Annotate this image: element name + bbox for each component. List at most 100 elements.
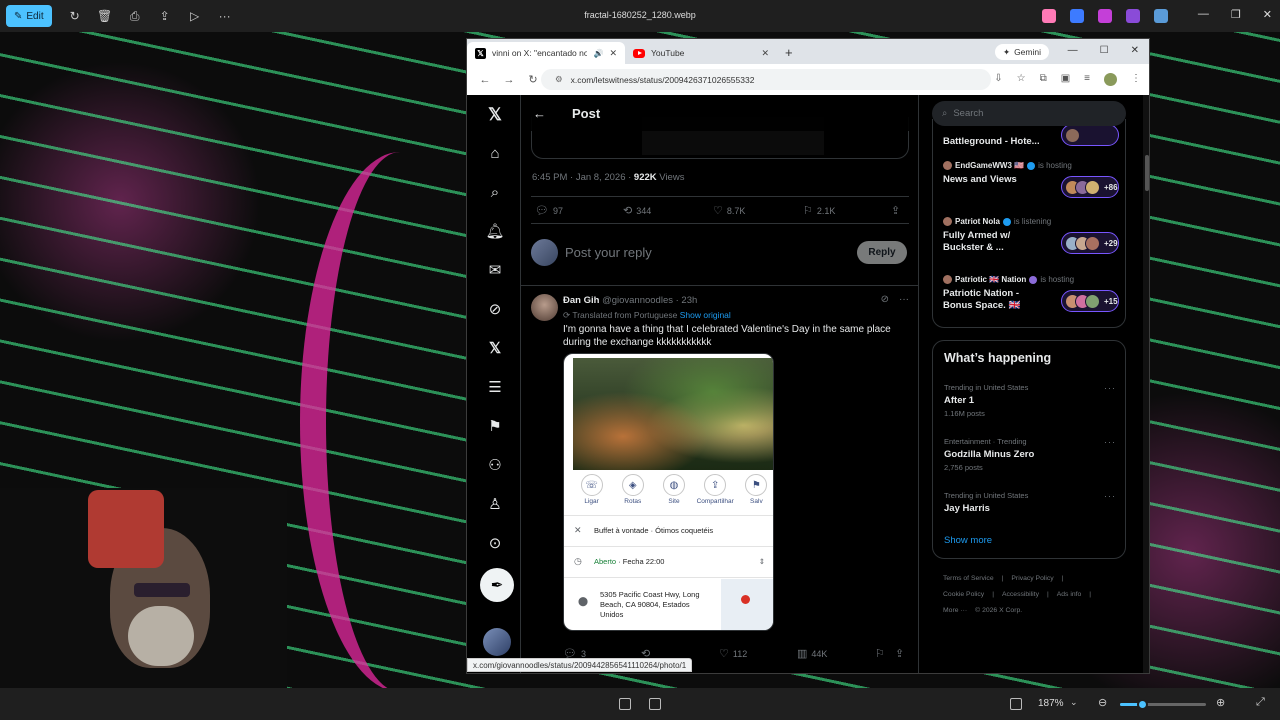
accessibility-link[interactable]: Accessibility xyxy=(1002,591,1039,598)
zoom-out-icon[interactable]: ⊖ xyxy=(1098,696,1107,709)
minimize-icon[interactable]: — xyxy=(1198,8,1209,21)
menu-icon[interactable]: ⋮ xyxy=(1131,73,1141,86)
zoom-level[interactable]: 187% xyxy=(1038,698,1064,709)
photos-icon[interactable] xyxy=(1126,9,1140,23)
communities-icon[interactable]: ⚇ xyxy=(485,455,505,475)
lists-icon[interactable]: ☰ xyxy=(485,377,505,397)
profile-icon[interactable]: ♙ xyxy=(485,494,505,514)
trend-item[interactable]: Entertainment · Trending Godzilla Minus … xyxy=(944,437,1116,472)
bookmark-action[interactable]: ⚐ xyxy=(875,647,885,660)
site-info-icon[interactable]: ⚙ xyxy=(555,74,563,85)
share-action[interactable]: ⇪ xyxy=(895,647,904,660)
delete-icon[interactable]: 🗑 xyxy=(97,9,112,23)
bookmark-action[interactable]: ⚐ 2.1K xyxy=(803,204,835,217)
share-icon[interactable]: ⇪ xyxy=(158,9,172,23)
tweet-image[interactable]: ☏ Ligar ◈ Rotas ◍ Site ⇪ Compartilhar ⚑ Salv … xyxy=(563,353,774,631)
explore-icon[interactable]: ⌕ xyxy=(485,182,505,202)
chevron-down-icon[interactable]: ⌄ xyxy=(1070,697,1078,708)
fullscreen-icon[interactable]: ⤢ xyxy=(1256,696,1265,709)
show-original-link[interactable]: Show original xyxy=(680,310,731,320)
search-input[interactable]: ⌕ Search xyxy=(932,101,1126,126)
trend-item[interactable]: Trending in United States After 1 1.16M … xyxy=(944,383,1116,418)
reply-input[interactable]: Post your reply xyxy=(565,245,652,260)
designer-icon[interactable] xyxy=(1070,9,1084,23)
views-action[interactable]: ▥ 44K xyxy=(797,647,827,660)
minimize-icon[interactable]: — xyxy=(1068,45,1078,56)
address-bar[interactable]: ⚙ x.com/letswitness/status/2009426371026… xyxy=(541,69,991,90)
maximize-icon[interactable]: ❐ xyxy=(1231,8,1241,21)
forward-icon[interactable]: → xyxy=(503,74,515,86)
back-arrow-icon[interactable]: ← xyxy=(533,106,546,121)
more-link[interactable]: More ··· xyxy=(943,607,967,614)
like-action[interactable]: ♡ 8.7K xyxy=(713,204,745,217)
tab-youtube[interactable]: YouTube ✕ xyxy=(625,42,777,64)
copilot-icon[interactable] xyxy=(1042,9,1056,23)
more-icon[interactable]: ··· xyxy=(1104,491,1116,501)
messages-icon[interactable]: ✉ xyxy=(485,260,505,280)
crop-icon[interactable] xyxy=(619,698,631,710)
zoom-slider[interactable] xyxy=(1120,699,1206,710)
new-tab-icon[interactable]: + xyxy=(785,45,793,64)
onedrive-icon[interactable] xyxy=(1154,9,1168,23)
space-item[interactable]: Patriot Nola is listening Fully Armed w/… xyxy=(943,217,1119,254)
tab-x-post[interactable]: 𝕏 vinni on X: "encantado no c 🔊 ✕ xyxy=(467,42,625,64)
reload-icon[interactable]: ↻ xyxy=(527,74,539,86)
more-icon[interactable]: ··· xyxy=(1104,383,1116,393)
tab-close-icon[interactable]: ✕ xyxy=(761,48,769,59)
notifications-icon[interactable]: 🔔︎ xyxy=(485,221,505,241)
ads-info-link[interactable]: Ads info xyxy=(1057,591,1082,598)
maximize-icon[interactable]: ☐ xyxy=(1100,45,1109,56)
space-item[interactable]: EndGameWW3 🇺🇸 is hosting News and Views … xyxy=(943,161,1119,198)
like-action[interactable]: ♡ 112 xyxy=(719,647,747,660)
x-logo-icon[interactable]: 𝕏 xyxy=(485,105,505,125)
share-action[interactable]: ⇪ xyxy=(891,204,900,217)
trend-item[interactable]: Trending in United States Jay Harris ··· xyxy=(944,491,1116,514)
extensions-icon[interactable]: ⧉ xyxy=(1040,73,1047,86)
more-icon[interactable]: ··· xyxy=(899,294,909,305)
fit-to-window-icon[interactable] xyxy=(1010,698,1022,710)
scroll-thumb[interactable] xyxy=(1145,155,1149,191)
more-circle-icon[interactable]: ⊙ xyxy=(485,533,505,553)
profile-avatar[interactable] xyxy=(1104,73,1117,86)
space-item[interactable]: Patriotic 🇬🇧 Nation is hosting Patriotic… xyxy=(943,275,1119,312)
zoom-in-icon[interactable]: ⊕ xyxy=(1216,696,1225,709)
filmstrip-icon[interactable] xyxy=(649,698,661,710)
grok-icon[interactable]: ⊘ xyxy=(485,299,505,319)
space-item[interactable]: Battleground - Hote... xyxy=(943,124,1119,148)
account-avatar[interactable] xyxy=(483,628,511,656)
reply-action[interactable]: 💬︎ 97 xyxy=(535,204,563,217)
bookmark-star-icon[interactable]: ☆ xyxy=(1017,73,1026,86)
edit-button[interactable]: ✎ Edit xyxy=(6,5,52,27)
rotate-icon[interactable]: ↻ xyxy=(68,9,82,23)
tab-search-icon[interactable]: ▣ xyxy=(1061,73,1070,86)
handle[interactable]: @giovannoodles xyxy=(602,295,673,306)
clipchamp-icon[interactable] xyxy=(1098,9,1112,23)
slideshow-icon[interactable]: ▷ xyxy=(188,9,202,23)
gemini-button[interactable]: ✦ Gemini xyxy=(994,44,1049,60)
print-icon[interactable]: ⎙ xyxy=(128,9,142,23)
audio-icon[interactable]: 🔊 xyxy=(593,49,603,58)
cookie-link[interactable]: Cookie Policy xyxy=(943,591,984,598)
reading-list-icon[interactable]: ≡ xyxy=(1084,73,1090,86)
more-icon[interactable]: ··· xyxy=(1104,437,1116,447)
reply-button[interactable]: Reply xyxy=(857,241,907,264)
avatar[interactable] xyxy=(531,294,558,321)
display-name[interactable]: Đan Gih xyxy=(563,295,599,306)
page-scrollbar[interactable] xyxy=(1143,95,1149,673)
show-more-link[interactable]: Show more xyxy=(944,535,992,546)
zoom-slider-thumb[interactable] xyxy=(1137,699,1149,710)
install-app-icon[interactable]: ⇩ xyxy=(994,73,1002,86)
terms-link[interactable]: Terms of Service xyxy=(943,575,994,582)
close-icon[interactable]: ✕ xyxy=(1263,8,1272,21)
compose-post-button[interactable]: ✒ xyxy=(480,568,514,602)
premium-icon[interactable]: 𝕏 xyxy=(485,338,505,358)
repost-action[interactable]: ⟲ 344 xyxy=(623,204,651,217)
tab-close-icon[interactable]: ✕ xyxy=(609,48,617,59)
back-icon[interactable]: ← xyxy=(479,74,491,86)
grok-icon[interactable]: ⊘ xyxy=(881,294,889,305)
close-icon[interactable]: ✕ xyxy=(1131,45,1139,56)
home-icon[interactable]: ⌂ xyxy=(485,143,505,163)
privacy-link[interactable]: Privacy Policy xyxy=(1011,575,1053,582)
bookmarks-icon[interactable]: ⚑ xyxy=(485,416,505,436)
more-icon[interactable]: ··· xyxy=(218,9,232,23)
